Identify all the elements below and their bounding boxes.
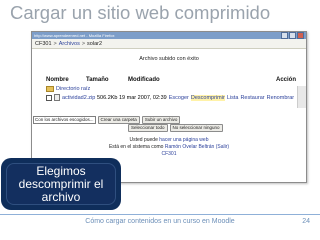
select-none-button[interactable]: No seleccionar ninguno [169, 124, 223, 132]
make-webpage-line: Usted puede hacer una página web [32, 137, 306, 143]
user-link[interactable]: Ramón Ovelar Beltrán [165, 144, 214, 150]
unzip-link[interactable]: Descomprimir [190, 94, 225, 101]
table-row: actividad2.zip 506.2Kb 19 mar 2007, 02:3… [46, 94, 294, 101]
folder-icon [46, 86, 54, 92]
upload-success-message: Archivo subido con éxito [139, 56, 199, 62]
scrollbar[interactable] [297, 86, 306, 108]
breadcrumb-sep-1: > [53, 40, 57, 47]
callout-inner: Elegimos descomprimir el archivo [6, 163, 116, 205]
minimize-icon[interactable] [281, 32, 288, 39]
breadcrumb-sep-2: > [81, 40, 86, 47]
breadcrumb-root[interactable]: CF301 [35, 41, 52, 47]
create-folder-button[interactable]: Crear una carpeta [97, 116, 140, 124]
slide-title: Cargar un sitio web comprimido [10, 2, 271, 23]
select-all-button[interactable]: Seleccionar todo [128, 124, 168, 132]
file-actions-bar: Con los archivos escogidos... Crear una … [33, 116, 181, 124]
choose-link[interactable]: Escoger [169, 95, 189, 101]
window-controls [281, 32, 304, 39]
zip-file-icon [54, 94, 60, 101]
col-modified: Modificado [128, 77, 160, 83]
file-modified: 19 mar 2007, 02:39 [119, 94, 167, 101]
logged-in-line: Está en el sistema como Ramón Ovelar Bel… [32, 144, 306, 150]
rename-link[interactable]: Renombrar [267, 95, 295, 101]
file-size: 506.2Kb [97, 94, 118, 101]
slide-footer: Cómo cargar contenidos en un curso en Mo… [85, 218, 235, 225]
make-webpage-prefix: Usted puede [129, 137, 158, 143]
make-webpage-link[interactable]: hacer una página web [159, 137, 208, 143]
callout-box: Elegimos descomprimir el archivo [1, 158, 121, 210]
page-number: 24 [302, 218, 310, 225]
logout-link[interactable]: (Salir) [216, 144, 229, 150]
callout-text: Elegimos descomprimir el archivo [18, 163, 104, 204]
breadcrumb: CF301 > Archivos > solar2 [32, 39, 306, 49]
breadcrumb-folder: solar2 [87, 40, 103, 47]
list-link[interactable]: Lista [227, 95, 239, 101]
selection-bar: Seleccionar todo No seleccionar ninguno [128, 124, 223, 132]
col-action: Acción [276, 77, 297, 83]
parent-dir-row: Directorio raíz [46, 86, 90, 92]
file-name-link[interactable]: actividad2.zip [62, 95, 95, 101]
window-titlebar: http://www.aprendeenred.net - Mozilla Fi… [32, 32, 306, 39]
window-title: http://www.aprendeenred.net - Mozilla Fi… [34, 33, 115, 38]
maximize-icon[interactable] [289, 32, 296, 39]
close-icon[interactable] [297, 32, 304, 39]
file-checkbox[interactable] [46, 94, 52, 101]
course-short-name: CF301 [32, 151, 306, 157]
breadcrumb-files[interactable]: Archivos [59, 41, 80, 47]
col-size: Tamaño [86, 77, 109, 83]
upload-file-button[interactable]: Subir un archivo [141, 116, 181, 124]
col-name: Nombre [46, 77, 69, 83]
logged-in-prefix: Está en el sistema como [108, 144, 164, 150]
parent-dir-link[interactable]: Directorio raíz [56, 86, 90, 92]
restore-link[interactable]: Restaurar [240, 95, 264, 101]
selected-files-select[interactable]: Con los archivos escogidos... [33, 116, 96, 124]
file-table-header: Nombre Tamaño Modificado Acción [46, 77, 296, 83]
footer-divider [0, 214, 320, 215]
course-link[interactable]: CF301 [161, 151, 176, 157]
